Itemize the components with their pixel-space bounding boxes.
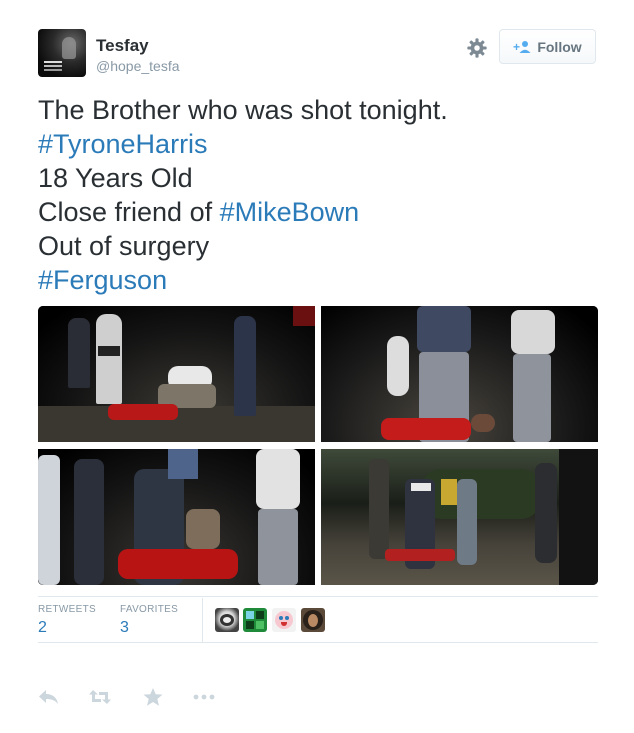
stats-top-divider [38,596,598,597]
tweet-line-prefix: Close friend of [38,197,220,227]
favoriter-avatar[interactable] [215,608,239,632]
reply-icon[interactable] [37,686,61,708]
retweets-count[interactable]: 2 [38,619,47,637]
tweet-photo-3[interactable] [38,449,315,585]
gear-icon[interactable] [466,37,488,59]
favoriter-avatar[interactable] [272,608,296,632]
add-user-icon: + [513,40,531,54]
tweet-photo-4[interactable] [321,449,598,585]
more-icon[interactable] [192,686,216,708]
tweet-line: Out of surgery [38,231,210,261]
author-avatar[interactable] [38,29,86,77]
tweet-line: 18 Years Old [38,163,193,193]
avatar-figure [62,37,76,59]
svg-text:+: + [513,40,520,54]
tweet-line: Close friend of #MikeBown [38,195,448,229]
hashtag-link[interactable]: #Ferguson [38,263,448,297]
retweet-icon[interactable] [88,686,112,708]
tweet-photo-1[interactable] [38,306,315,442]
hashtag-link[interactable]: #TyroneHarris [38,127,448,161]
follow-button[interactable]: + Follow [499,29,596,64]
author-handle[interactable]: @hope_tesfa [96,58,180,74]
tweet-line: The Brother who was shot tonight. [38,95,448,125]
stats-separator [202,598,203,642]
favorite-icon[interactable] [141,686,165,708]
stats-bottom-divider [38,642,598,643]
tweet-photo-2[interactable] [321,306,598,442]
favorites-count[interactable]: 3 [120,619,129,637]
retweets-label: RETWEETS [38,604,96,615]
favorites-label: FAVORITES [120,604,179,615]
avatar-text-marks [44,61,62,63]
favoriter-avatar[interactable] [243,608,267,632]
author-name[interactable]: Tesfay [96,36,149,56]
follow-label: Follow [537,38,582,55]
favoriter-avatar[interactable] [301,608,325,632]
tweet-text: The Brother who was shot tonight. #Tyron… [38,93,448,297]
hashtag-link[interactable]: #MikeBown [220,197,360,227]
